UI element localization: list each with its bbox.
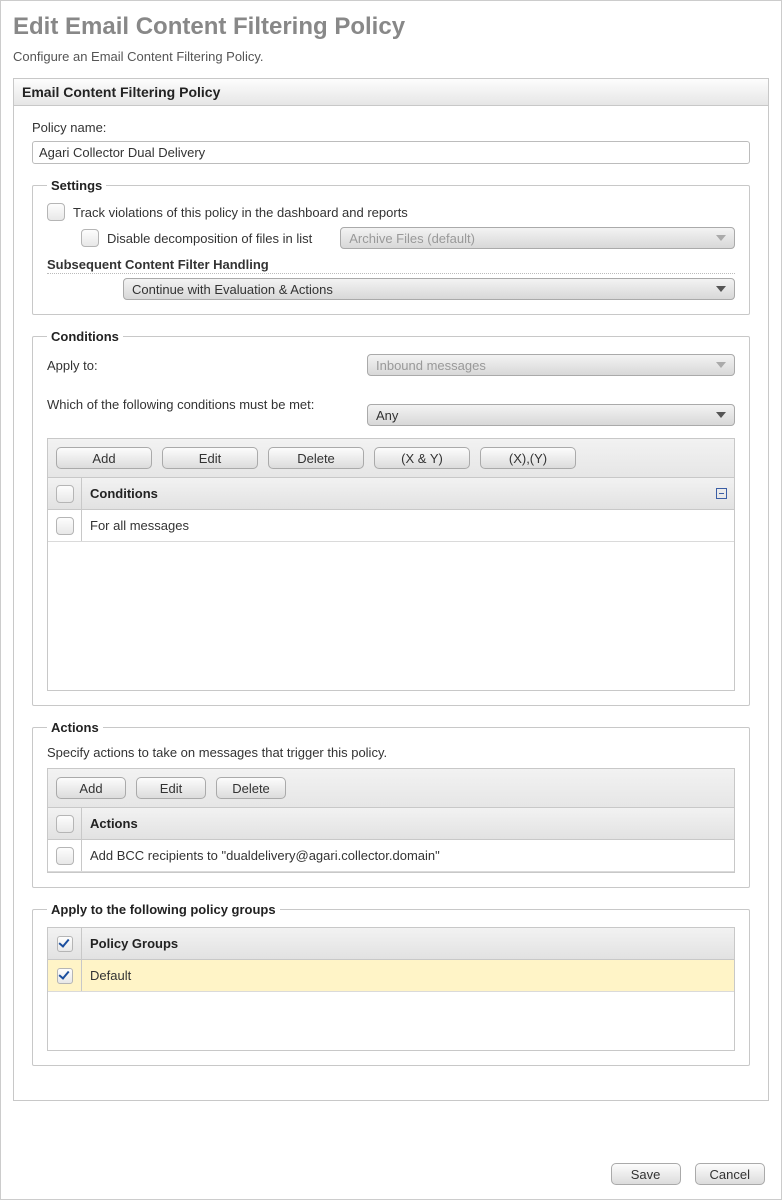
conditions-toolbar: Add Edit Delete (X & Y) (X),(Y)	[47, 438, 735, 477]
panel-title: Email Content Filtering Policy	[14, 79, 768, 106]
actions-grid: Actions Add BCC recipients to "dualdeliv…	[47, 807, 735, 873]
conditions-grid: Conditions For all messages	[47, 477, 735, 691]
conditions-delete-button[interactable]: Delete	[268, 447, 364, 469]
action-row-checkbox[interactable]	[56, 847, 74, 865]
policy-groups-group: Apply to the following policy groups Pol…	[32, 902, 750, 1066]
policy-group-row-text: Default	[82, 968, 734, 983]
actions-toolbar: Add Edit Delete	[47, 768, 735, 807]
chevron-down-icon	[716, 286, 726, 292]
conditions-column-header: Conditions	[82, 486, 708, 501]
actions-legend: Actions	[47, 720, 103, 735]
chevron-down-icon	[716, 412, 726, 418]
conditions-group-and-button[interactable]: (X & Y)	[374, 447, 470, 469]
footer-buttons: Save Cancel	[611, 1163, 765, 1185]
apply-to-dropdown[interactable]: Inbound messages	[367, 354, 735, 376]
conditions-group-or-button[interactable]: (X),(Y)	[480, 447, 576, 469]
condition-row-text: For all messages	[82, 518, 734, 533]
chevron-down-icon	[716, 235, 726, 241]
conditions-group: Conditions Apply to: Inbound messages	[32, 329, 750, 706]
page-title: Edit Email Content Filtering Policy	[13, 13, 769, 41]
table-row: For all messages	[48, 510, 734, 542]
policy-panel: Email Content Filtering Policy Policy na…	[13, 78, 769, 1101]
policy-groups-legend: Apply to the following policy groups	[47, 902, 280, 917]
policy-group-row-checkbox[interactable]	[57, 968, 73, 984]
which-conditions-label: Which of the following conditions must b…	[47, 397, 314, 412]
which-conditions-value: Any	[376, 408, 398, 423]
actions-delete-button[interactable]: Delete	[216, 777, 286, 799]
which-conditions-dropdown[interactable]: Any	[367, 404, 735, 426]
subsequent-handling-value: Continue with Evaluation & Actions	[132, 282, 333, 297]
condition-row-checkbox[interactable]	[56, 517, 74, 535]
subsequent-handling-heading: Subsequent Content Filter Handling	[47, 257, 735, 274]
policy-editor-window: Edit Email Content Filtering Policy Conf…	[0, 0, 782, 1200]
disable-decomposition-checkbox[interactable]	[81, 229, 99, 247]
table-row: Default	[48, 960, 734, 992]
apply-to-value: Inbound messages	[376, 358, 486, 373]
conditions-legend: Conditions	[47, 329, 123, 344]
policy-name-label: Policy name:	[32, 120, 106, 135]
actions-add-button[interactable]: Add	[56, 777, 126, 799]
actions-select-all-checkbox[interactable]	[56, 815, 74, 833]
apply-to-label: Apply to:	[47, 358, 98, 373]
cancel-button[interactable]: Cancel	[695, 1163, 765, 1185]
settings-group: Settings Track violations of this policy…	[32, 178, 750, 315]
archive-files-dropdown[interactable]: Archive Files (default)	[340, 227, 735, 249]
conditions-select-all-checkbox[interactable]	[56, 485, 74, 503]
collapse-button[interactable]	[708, 488, 734, 499]
collapse-icon	[716, 488, 727, 499]
track-violations-label: Track violations of this policy in the d…	[73, 205, 408, 220]
actions-edit-button[interactable]: Edit	[136, 777, 206, 799]
page-subtitle: Configure an Email Content Filtering Pol…	[13, 49, 769, 64]
archive-files-dropdown-value: Archive Files (default)	[349, 231, 475, 246]
subsequent-handling-dropdown[interactable]: Continue with Evaluation & Actions	[123, 278, 735, 300]
policy-name-input[interactable]	[32, 141, 750, 164]
policy-groups-grid: Policy Groups Default	[47, 927, 735, 1051]
track-violations-checkbox[interactable]	[47, 203, 65, 221]
policy-groups-column-header: Policy Groups	[82, 936, 734, 951]
actions-column-header: Actions	[82, 816, 734, 831]
disable-decomposition-label: Disable decomposition of files in list	[107, 231, 312, 246]
actions-group: Actions Specify actions to take on messa…	[32, 720, 750, 888]
save-button[interactable]: Save	[611, 1163, 681, 1185]
policy-groups-select-all-checkbox[interactable]	[57, 936, 73, 952]
table-row: Add BCC recipients to "dualdelivery@agar…	[48, 840, 734, 872]
actions-description: Specify actions to take on messages that…	[47, 745, 735, 760]
chevron-down-icon	[716, 362, 726, 368]
conditions-edit-button[interactable]: Edit	[162, 447, 258, 469]
action-row-text: Add BCC recipients to "dualdelivery@agar…	[82, 848, 734, 863]
conditions-add-button[interactable]: Add	[56, 447, 152, 469]
settings-legend: Settings	[47, 178, 106, 193]
